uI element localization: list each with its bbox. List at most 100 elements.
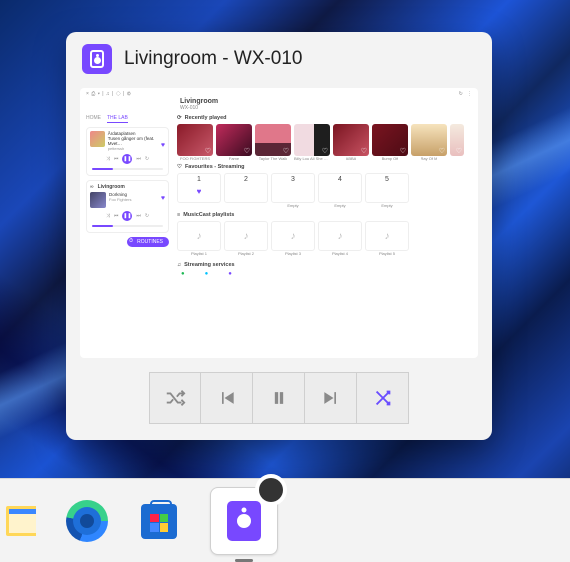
window-thumbnail[interactable]: × ⎙ ▾ | ♫ | ◇ | ⚙ ↻ ⋮ Livingroom WX-010 …: [80, 88, 478, 358]
cover-art-icon: [90, 131, 105, 147]
fav-num: 3: [272, 176, 314, 183]
thumb-menuleft: × ⎙ ▾ | ♫ | ◇ | ⚙: [86, 91, 131, 97]
pause-icon[interactable]: ❚❚: [122, 154, 132, 164]
room-title: Livingroom: [80, 98, 478, 105]
fav-slot[interactable]: 1♥: [177, 173, 221, 203]
section-recent-label: Recently played: [185, 115, 227, 121]
recent-cap: ABBA: [346, 156, 357, 161]
fav-lbl: Empty: [366, 203, 408, 208]
tab-home[interactable]: HOME: [86, 115, 101, 123]
section-playlists: ≡ MusicCast playlists: [177, 212, 472, 218]
now-playing-card-1: Årdataplatsen Tusen gånger om (feat. Mve…: [86, 127, 169, 176]
fav-lbl: Empty: [272, 203, 314, 208]
service-icon[interactable]: [181, 271, 187, 277]
sidebar-tabs: HOME THE LAB: [86, 115, 169, 123]
room-artist: Foo Fighters: [109, 197, 131, 202]
fav-lbl: Empty: [319, 203, 361, 208]
recent-item[interactable]: [450, 124, 464, 161]
taskbar-preview-flyout: Livingroom - WX-010 × ⎙ ▾ | ♫ | ◇ | ⚙ ↻ …: [66, 32, 492, 440]
crossfade-button[interactable]: [357, 372, 409, 424]
microsoft-store-icon[interactable]: [138, 500, 180, 542]
skip-next-icon: [321, 388, 341, 408]
app-icon: [82, 44, 112, 74]
room-card: ∞ Livingroom Dorkning Foo Fighters ♥ ⤨ ⏮: [86, 180, 169, 233]
preview-header: Livingroom - WX-010: [66, 32, 492, 82]
fav-slot[interactable]: 5Empty: [365, 173, 409, 203]
fav-num: 2: [225, 176, 267, 183]
repeat-icon[interactable]: ↻: [145, 213, 149, 219]
heart-icon: ♥: [197, 187, 202, 196]
speaker-icon: [227, 501, 261, 541]
pause-icon: [269, 388, 289, 408]
section-services-label: Streaming services: [184, 262, 234, 268]
room-model: WX-010: [80, 105, 478, 113]
recent-item[interactable]: ABBA: [333, 124, 369, 161]
prev-icon[interactable]: ⏮: [114, 156, 119, 162]
cover-art-icon: [90, 192, 106, 208]
playlist-slot[interactable]: ♪Playlist 1: [177, 221, 221, 251]
crossfade-icon: [372, 387, 394, 409]
edge-browser-icon[interactable]: [66, 500, 108, 542]
fav-slot[interactable]: 4Empty: [318, 173, 362, 203]
next-button[interactable]: [305, 372, 357, 424]
fav-slot[interactable]: 2: [224, 173, 268, 203]
shuffle-icon: [164, 387, 186, 409]
playlists-row: ♪Playlist 1 ♪Playlist 2 ♪Playlist 3 ♪Pla…: [177, 221, 472, 251]
previous-button[interactable]: [201, 372, 253, 424]
pl-lbl: Playlist 2: [238, 251, 254, 256]
recent-item[interactable]: Bump Off: [372, 124, 408, 161]
service-icon[interactable]: [205, 271, 211, 277]
pl-lbl: Playlist 5: [379, 251, 395, 256]
np-artist: petterssh: [108, 146, 165, 151]
recent-row: FOO FIGHTERS Fame Taylor The Walk Billy …: [177, 124, 472, 161]
recent-cap: Fame: [229, 156, 239, 161]
active-app-indicator: [235, 559, 253, 562]
next-icon[interactable]: ⏭: [136, 156, 141, 162]
tab-lab[interactable]: THE LAB: [107, 115, 128, 123]
pause-icon[interactable]: ❚❚: [122, 211, 132, 221]
section-recent: ⟳ Recently played: [177, 115, 472, 121]
heart-icon[interactable]: ♥: [161, 142, 165, 149]
shuffle-icon[interactable]: ⤨: [106, 156, 110, 162]
playlist-slot[interactable]: ♪Playlist 5: [365, 221, 409, 251]
recent-item[interactable]: Taylor The Walk: [255, 124, 291, 161]
room-name: Livingroom: [98, 184, 125, 190]
speaker-icon: [90, 50, 104, 68]
volume-slider[interactable]: [92, 168, 163, 170]
file-explorer-icon[interactable]: [6, 506, 36, 536]
heart-icon[interactable]: ♥: [161, 195, 165, 202]
musiccast-app-taskbar-button[interactable]: [210, 487, 278, 555]
fav-num: 5: [366, 176, 408, 183]
recent-item[interactable]: Ray Of M: [411, 124, 447, 161]
shuffle-icon[interactable]: ⤨: [106, 213, 110, 219]
fav-slot[interactable]: 3Empty: [271, 173, 315, 203]
playlist-slot[interactable]: ♪Playlist 2: [224, 221, 268, 251]
pl-lbl: Playlist 3: [285, 251, 301, 256]
shuffle-button[interactable]: [149, 372, 201, 424]
recent-item[interactable]: Fame: [216, 124, 252, 161]
thumb-sidebar: HOME THE LAB Årdataplatsen Tusen gånger …: [80, 113, 175, 358]
volume-slider[interactable]: [92, 225, 163, 227]
recent-cap: Taylor The Walk: [259, 156, 287, 161]
service-icon[interactable]: [228, 271, 234, 277]
pause-button[interactable]: [253, 372, 305, 424]
recording-indicator-icon: [259, 478, 283, 502]
fav-num: 1: [178, 176, 220, 183]
playlist-slot[interactable]: ♪Playlist 3: [271, 221, 315, 251]
playlist-slot[interactable]: ♪Playlist 4: [318, 221, 362, 251]
prev-icon[interactable]: ⏮: [114, 213, 119, 219]
repeat-icon[interactable]: ↻: [145, 156, 149, 162]
link-icon: ∞: [90, 184, 94, 190]
favs-row: 1♥ 2 3Empty 4Empty 5Empty: [177, 173, 472, 203]
fav-num: 4: [319, 176, 361, 183]
pl-lbl: Playlist 4: [332, 251, 348, 256]
section-favs: ♡ Favourites - Streaming: [177, 164, 472, 170]
recent-cap: Bump Off: [382, 156, 399, 161]
routines-button[interactable]: ROUTINES: [127, 237, 169, 247]
thumb-main: ⟳ Recently played FOO FIGHTERS Fame Tayl…: [175, 113, 478, 358]
next-icon[interactable]: ⏭: [136, 213, 141, 219]
recent-item[interactable]: Billy Lou All She Want (Remix orig…: [294, 124, 330, 161]
thumb-menubar: × ⎙ ▾ | ♫ | ◇ | ⚙ ↻ ⋮: [80, 88, 478, 98]
recent-item[interactable]: FOO FIGHTERS: [177, 124, 213, 161]
section-services: ♫ Streaming services: [177, 262, 472, 268]
